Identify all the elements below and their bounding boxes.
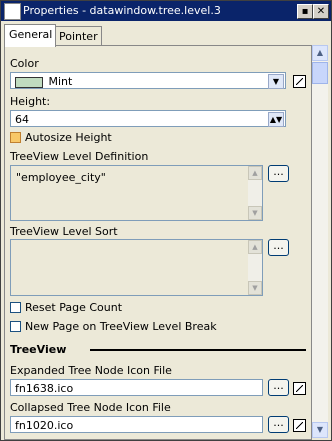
level-sort-scrollbar[interactable]: ▲ ▼ <box>248 240 262 295</box>
new-page-break-checkbox[interactable] <box>10 321 21 332</box>
expanded-icon-browse-button[interactable]: ... <box>268 379 289 396</box>
level-definition-label: TreeView Level Definition <box>10 150 149 163</box>
autosize-height-label: Autosize Height <box>25 131 112 144</box>
window-title: Properties - datawindow.tree.level.3 <box>23 4 221 17</box>
color-dropdown[interactable]: Mint ▼ <box>10 72 286 89</box>
scroll-down-icon[interactable]: ▼ <box>312 422 328 438</box>
close-icon: ✕ <box>316 6 326 17</box>
chevron-down-icon[interactable]: ▼ <box>268 74 284 89</box>
minimize-icon: ▪ <box>301 6 309 17</box>
collapsed-icon-label: Collapsed Tree Node Icon File <box>10 401 171 414</box>
minimize-button[interactable]: ▪ <box>297 4 313 19</box>
color-value: Mint <box>48 75 73 88</box>
collapsed-icon-expression-icon[interactable] <box>293 419 306 432</box>
scroll-down-icon[interactable]: ▼ <box>248 281 262 295</box>
level-definition-value: "employee_city" <box>16 171 106 184</box>
height-label: Height: <box>10 95 51 108</box>
close-button[interactable]: ✕ <box>313 4 329 19</box>
collapsed-icon-value: fn1020.ico <box>15 419 74 432</box>
spin-arrows-icon[interactable]: ▲▼ <box>268 112 284 127</box>
reset-page-count-label: Reset Page Count <box>25 301 123 314</box>
autosize-height-checkbox[interactable] <box>10 132 21 143</box>
level-definition-edit-button[interactable]: ... <box>268 165 289 182</box>
level-definition-textarea[interactable]: "employee_city" ▲ ▼ <box>10 165 263 221</box>
level-sort-textarea[interactable]: ▲ ▼ <box>10 239 263 296</box>
collapsed-icon-browse-button[interactable]: ... <box>268 416 289 433</box>
title-bar[interactable]: Properties - datawindow.tree.level.3 ▪ ✕ <box>1 1 331 21</box>
new-page-break-label: New Page on TreeView Level Break <box>25 320 217 333</box>
level-sort-label: TreeView Level Sort <box>10 225 118 238</box>
scroll-up-icon[interactable]: ▲ <box>248 166 262 180</box>
expanded-icon-value: fn1638.ico <box>15 382 74 395</box>
properties-window-icon <box>4 3 21 20</box>
scrollbar-thumb[interactable] <box>312 62 328 84</box>
collapsed-icon-field[interactable]: fn1020.ico <box>10 416 263 433</box>
panel-scrollbar[interactable]: ▲ ▼ <box>312 45 328 438</box>
color-swatch <box>15 76 43 88</box>
tab-pointer[interactable]: Pointer <box>54 26 102 46</box>
level-sort-edit-button[interactable]: ... <box>268 239 289 256</box>
height-spinner[interactable]: 64 ▲▼ <box>10 110 286 127</box>
treeview-section-label: TreeView <box>10 343 67 356</box>
tab-general[interactable]: General <box>4 24 56 47</box>
section-divider <box>90 349 306 351</box>
height-value: 64 <box>15 113 29 126</box>
level-definition-scrollbar[interactable]: ▲ ▼ <box>248 166 262 220</box>
properties-window: Properties - datawindow.tree.level.3 ▪ ✕… <box>0 0 332 441</box>
general-tab-panel: Color Mint ▼ Height: 64 ▲▼ Autosize Heig… <box>4 45 312 440</box>
scroll-up-icon[interactable]: ▲ <box>248 240 262 254</box>
color-expression-icon[interactable] <box>293 75 306 88</box>
scroll-down-icon[interactable]: ▼ <box>248 206 262 220</box>
treeview-section-header: TreeView <box>10 343 306 357</box>
color-label: Color <box>10 57 39 70</box>
expanded-icon-field[interactable]: fn1638.ico <box>10 379 263 396</box>
tab-strip: General Pointer <box>4 24 324 47</box>
reset-page-count-checkbox[interactable] <box>10 302 21 313</box>
expanded-icon-label: Expanded Tree Node Icon File <box>10 364 172 377</box>
scroll-up-icon[interactable]: ▲ <box>312 45 328 61</box>
expanded-icon-expression-icon[interactable] <box>293 382 306 395</box>
